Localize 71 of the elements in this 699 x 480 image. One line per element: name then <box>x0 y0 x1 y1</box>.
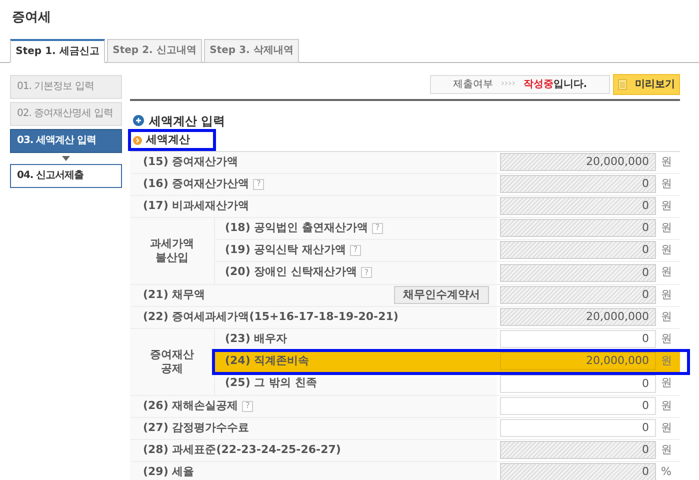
amount-field[interactable]: 20,000,000 <box>500 352 656 370</box>
page-title: 증여세 <box>12 9 52 27</box>
amount-field: 20,000,000 <box>500 308 656 326</box>
unit-label: 원 <box>661 442 672 458</box>
step-item[interactable]: 03. 세액계산 입력 <box>10 128 122 152</box>
help-icon[interactable]: ? <box>253 178 264 190</box>
unit-label: 원 <box>661 352 672 369</box>
step-tab[interactable]: Step 1. 세금신고 <box>10 38 105 62</box>
amount-field: 20,000,000 <box>500 153 656 171</box>
amount-field: 0 <box>500 175 656 193</box>
help-icon[interactable]: ? <box>361 267 372 278</box>
amount-field: 0 <box>500 264 656 282</box>
help-icon[interactable]: ? <box>350 244 362 256</box>
amount-field: 0 <box>500 463 656 480</box>
status-label: 제출여부 <box>452 78 493 92</box>
amount-field[interactable]: 0 <box>500 397 656 415</box>
plus-circle-icon <box>133 115 144 126</box>
row-label: (23) 배우자 <box>225 330 288 347</box>
unit-label: 원 <box>661 176 672 192</box>
row-label: (15) 증여재산가액 <box>143 154 238 170</box>
unit-label: 원 <box>661 308 672 325</box>
amount-field[interactable]: 0 <box>500 374 656 392</box>
row-label: (26) 재해손실공제 <box>143 398 238 414</box>
step-item[interactable]: 01. 기본정보 입력 <box>10 74 122 98</box>
status-text: 작성중입니다. <box>523 78 588 92</box>
unit-label: 원 <box>661 398 672 414</box>
amount-field[interactable]: 0 <box>500 419 656 437</box>
row-label: (16) 증여재산가산액 <box>143 176 250 192</box>
unit-label: 원 <box>661 375 672 392</box>
help-icon[interactable]: ? <box>372 222 384 234</box>
amount-field: 0 <box>500 441 656 459</box>
unit-label: 원 <box>661 220 672 236</box>
down-arrow-icon <box>62 156 70 160</box>
row-label: (27) 감정평가수수료 <box>143 420 250 436</box>
unit-label: 원 <box>661 286 672 303</box>
row-label: (19) 공익신탁 재산가액 <box>225 242 346 258</box>
row-label: (25) 그 밖의 친족 <box>225 375 317 392</box>
unit-label: 원 <box>661 264 672 280</box>
unit-label: 원 <box>661 330 672 347</box>
row-label: (22) 증여세과세가액(15+16-17-18-19-20-21) <box>143 308 398 325</box>
arrows-text: ›››› <box>500 78 516 91</box>
row-label: (28) 과세표준(22-23-24-25-26-27) <box>143 442 341 458</box>
amount-field[interactable]: 0 <box>500 330 656 348</box>
step-tab[interactable]: Step 2. 신고내역 <box>107 38 202 62</box>
unit-label: 원 <box>661 242 672 258</box>
unit-label: 원 <box>661 154 672 170</box>
unit-label: 원 <box>661 198 672 214</box>
contract-button[interactable]: 채무인수계약서 <box>394 286 489 304</box>
amount-field: 0 <box>500 241 656 259</box>
step-item[interactable]: 04. 신고서제출 <box>10 164 122 188</box>
row-label: (20) 장애인 신탁재산가액 <box>225 264 358 280</box>
group-label: 과세가액 불산입 <box>150 236 194 264</box>
document-icon <box>618 79 627 90</box>
group-label: 증여재산 공제 <box>150 348 194 376</box>
row-label: (29) 세율 <box>143 464 194 480</box>
row-label: (18) 공익법인 출연재산가액 <box>225 220 368 236</box>
amount-field: 0 <box>500 286 656 304</box>
row-label: (24) 직계존비속 <box>225 352 310 369</box>
help-icon[interactable]: ? <box>242 400 254 412</box>
unit-label: 원 <box>661 420 672 436</box>
subsection-title: 세액계산 <box>146 132 190 148</box>
step-tab[interactable]: Step 3. 삭제내역 <box>204 38 299 62</box>
section-title: 세액계산 입력 <box>149 112 226 130</box>
row-label: (21) 채무액 <box>143 286 206 303</box>
amount-field: 0 <box>500 219 656 237</box>
row-label: (17) 비과세재산가액 <box>143 198 250 214</box>
preview-button[interactable]: 미리보기 <box>613 74 680 95</box>
unit-label: % <box>661 464 672 480</box>
amount-field: 0 <box>500 197 656 215</box>
chevron-circle-icon <box>133 136 142 145</box>
step-item[interactable]: 02. 증여재산명세 입력 <box>10 102 122 126</box>
